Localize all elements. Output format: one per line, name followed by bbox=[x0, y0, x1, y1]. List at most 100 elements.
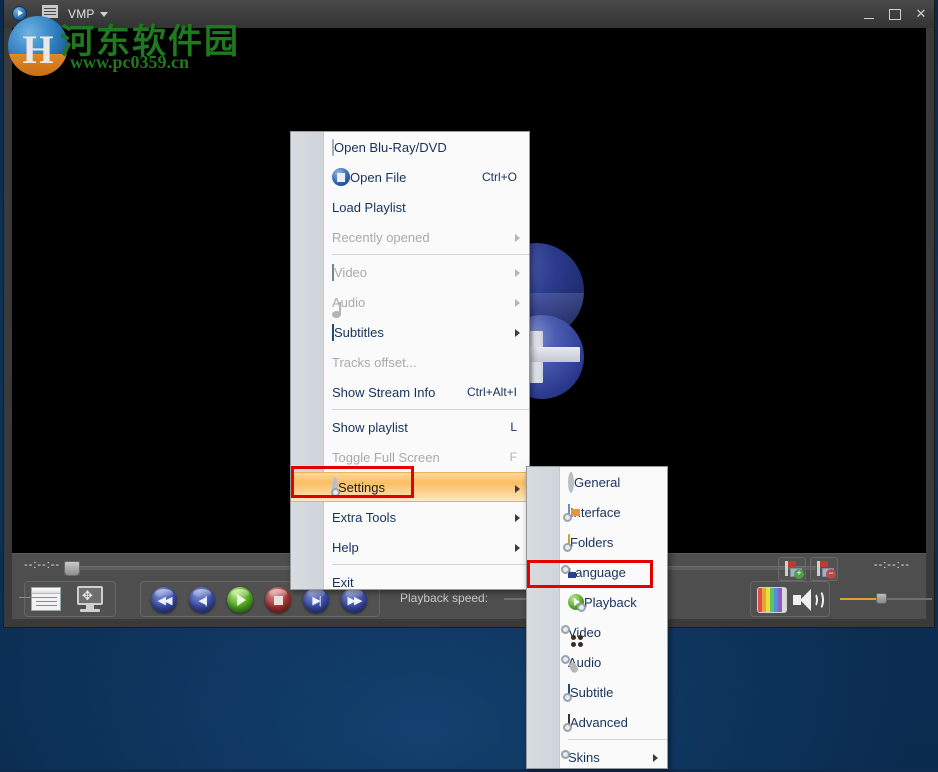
submenu-item-video[interactable]: Video bbox=[527, 617, 667, 647]
submenu-item-label: Playback bbox=[584, 595, 637, 610]
menu-item-label: Video bbox=[334, 265, 367, 280]
minimize-button[interactable] bbox=[856, 0, 882, 28]
menu-item-settings[interactable]: Settings bbox=[291, 472, 529, 502]
menu-item-accel: Ctrl+O bbox=[482, 170, 529, 184]
menu-item-label: Open File bbox=[350, 170, 406, 185]
submenu-item-general[interactable]: General bbox=[527, 467, 667, 497]
current-time: --:--:-- bbox=[24, 559, 60, 571]
menu-item-label: Extra Tools bbox=[332, 510, 396, 525]
subtitle-icon bbox=[332, 325, 334, 340]
main-context-menu: Open Blu-Ray/DVD Open File Ctrl+O Load P… bbox=[290, 131, 530, 590]
menu-item-subtitles[interactable]: Subtitles bbox=[291, 317, 529, 347]
menu-item-accel: L bbox=[510, 420, 529, 434]
play-circle-icon[interactable] bbox=[12, 6, 30, 24]
gear-icon bbox=[332, 480, 338, 495]
menu-item-help[interactable]: Help bbox=[291, 532, 529, 562]
play-icon bbox=[568, 594, 584, 610]
menu-item-label: Audio bbox=[332, 295, 365, 310]
view-buttons-panel: ✥ bbox=[24, 581, 116, 617]
submenu-item-label: Subtitle bbox=[570, 685, 613, 700]
menu-separator bbox=[332, 254, 529, 255]
menu-item-open-bluray[interactable]: Open Blu-Ray/DVD bbox=[291, 132, 529, 162]
menu-item-label: Settings bbox=[338, 480, 385, 495]
stop-button[interactable] bbox=[265, 587, 291, 613]
menu-item-label: Tracks offset... bbox=[332, 355, 417, 370]
previous-button[interactable]: ◀| bbox=[189, 587, 215, 613]
bookmark-add-button[interactable]: + bbox=[778, 557, 806, 581]
menu-item-toggle-fullscreen[interactable]: Toggle Full Screen F bbox=[291, 442, 529, 472]
chevron-right-icon bbox=[515, 514, 520, 522]
submenu-item-playback[interactable]: Playback bbox=[527, 587, 667, 617]
chevron-right-icon bbox=[515, 299, 520, 307]
subtitle-icon bbox=[568, 685, 570, 700]
playlist-icon[interactable] bbox=[42, 5, 60, 23]
playlist-icon bbox=[31, 587, 61, 611]
menu-item-exit[interactable]: Exit bbox=[291, 567, 529, 597]
minus-icon: − bbox=[826, 569, 836, 579]
chevron-down-icon[interactable] bbox=[100, 12, 108, 17]
folder-icon bbox=[332, 140, 334, 155]
submenu-item-language[interactable]: Language bbox=[527, 557, 667, 587]
menu-item-load-playlist[interactable]: Load Playlist bbox=[291, 192, 529, 222]
submenu-item-skins[interactable]: Skins bbox=[527, 742, 667, 772]
submenu-item-label: Skins bbox=[568, 750, 600, 765]
menu-item-label: Open Blu-Ray/DVD bbox=[334, 140, 447, 155]
menu-item-label: Exit bbox=[332, 575, 354, 590]
film-icon bbox=[332, 265, 334, 280]
settings-submenu: General Interface Folders Language Playb… bbox=[526, 466, 668, 769]
submenu-item-label: Language bbox=[568, 565, 626, 580]
maximize-button[interactable] bbox=[882, 0, 908, 28]
submenu-item-label: Folders bbox=[570, 535, 613, 550]
chevron-right-icon bbox=[515, 544, 520, 552]
submenu-item-label: General bbox=[574, 475, 620, 490]
menu-item-recently-opened[interactable]: Recently opened bbox=[291, 222, 529, 252]
menu-item-label: Help bbox=[332, 540, 359, 555]
chevron-right-icon bbox=[515, 234, 520, 242]
menu-item-extra-tools[interactable]: Extra Tools bbox=[291, 502, 529, 532]
audio-panel bbox=[750, 581, 830, 617]
menu-item-label: Load Playlist bbox=[332, 200, 406, 215]
menu-item-label: Recently opened bbox=[332, 230, 430, 245]
total-time: --:--:-- bbox=[874, 559, 910, 571]
fullscreen-icon: ✥ bbox=[75, 586, 105, 612]
tv-icon[interactable] bbox=[757, 587, 787, 613]
title-bar[interactable]: VMP ✕ bbox=[4, 0, 934, 28]
menu-item-accel: Ctrl+Alt+I bbox=[467, 385, 529, 399]
menu-separator bbox=[332, 409, 529, 410]
submenu-item-audio[interactable]: Audio bbox=[527, 647, 667, 677]
volume-thumb[interactable] bbox=[876, 593, 887, 604]
playlist-button[interactable] bbox=[29, 586, 63, 612]
fullscreen-button[interactable]: ✥ bbox=[73, 586, 107, 612]
submenu-item-subtitle[interactable]: Subtitle bbox=[527, 677, 667, 707]
menu-item-video[interactable]: Video bbox=[291, 257, 529, 287]
chevron-right-icon bbox=[515, 485, 520, 493]
submenu-item-advanced[interactable]: Advanced bbox=[527, 707, 667, 737]
window-icon bbox=[568, 505, 570, 520]
chevron-right-icon bbox=[515, 329, 520, 337]
volume-slider[interactable] bbox=[840, 598, 932, 600]
menu-item-show-stream-info[interactable]: Show Stream Info Ctrl+Alt+I bbox=[291, 377, 529, 407]
menu-item-show-playlist[interactable]: Show playlist L bbox=[291, 412, 529, 442]
menu-item-label: Show playlist bbox=[332, 420, 408, 435]
menu-item-accel: F bbox=[510, 450, 529, 464]
menu-item-label: Show Stream Info bbox=[332, 385, 435, 400]
disc-icon bbox=[332, 168, 350, 186]
menu-item-open-file[interactable]: Open File Ctrl+O bbox=[291, 162, 529, 192]
window-title: VMP bbox=[68, 7, 95, 21]
menu-item-label: Toggle Full Screen bbox=[332, 450, 440, 465]
seek-thumb[interactable] bbox=[64, 561, 80, 576]
submenu-item-folders[interactable]: Folders bbox=[527, 527, 667, 557]
submenu-item-interface[interactable]: Interface bbox=[527, 497, 667, 527]
menu-separator bbox=[332, 564, 529, 565]
chevron-right-icon bbox=[515, 269, 520, 277]
close-button[interactable]: ✕ bbox=[908, 0, 934, 28]
window-buttons: ✕ bbox=[856, 0, 934, 28]
speaker-icon[interactable] bbox=[793, 588, 823, 612]
menu-item-audio[interactable]: Audio bbox=[291, 287, 529, 317]
chevron-right-icon bbox=[653, 754, 658, 762]
rewind-button[interactable]: ◀◀ bbox=[151, 587, 177, 613]
menu-item-label: Subtitles bbox=[334, 325, 384, 340]
menu-item-tracks-offset[interactable]: Tracks offset... bbox=[291, 347, 529, 377]
play-button[interactable] bbox=[227, 587, 253, 613]
bookmark-remove-button[interactable]: − bbox=[810, 557, 838, 581]
